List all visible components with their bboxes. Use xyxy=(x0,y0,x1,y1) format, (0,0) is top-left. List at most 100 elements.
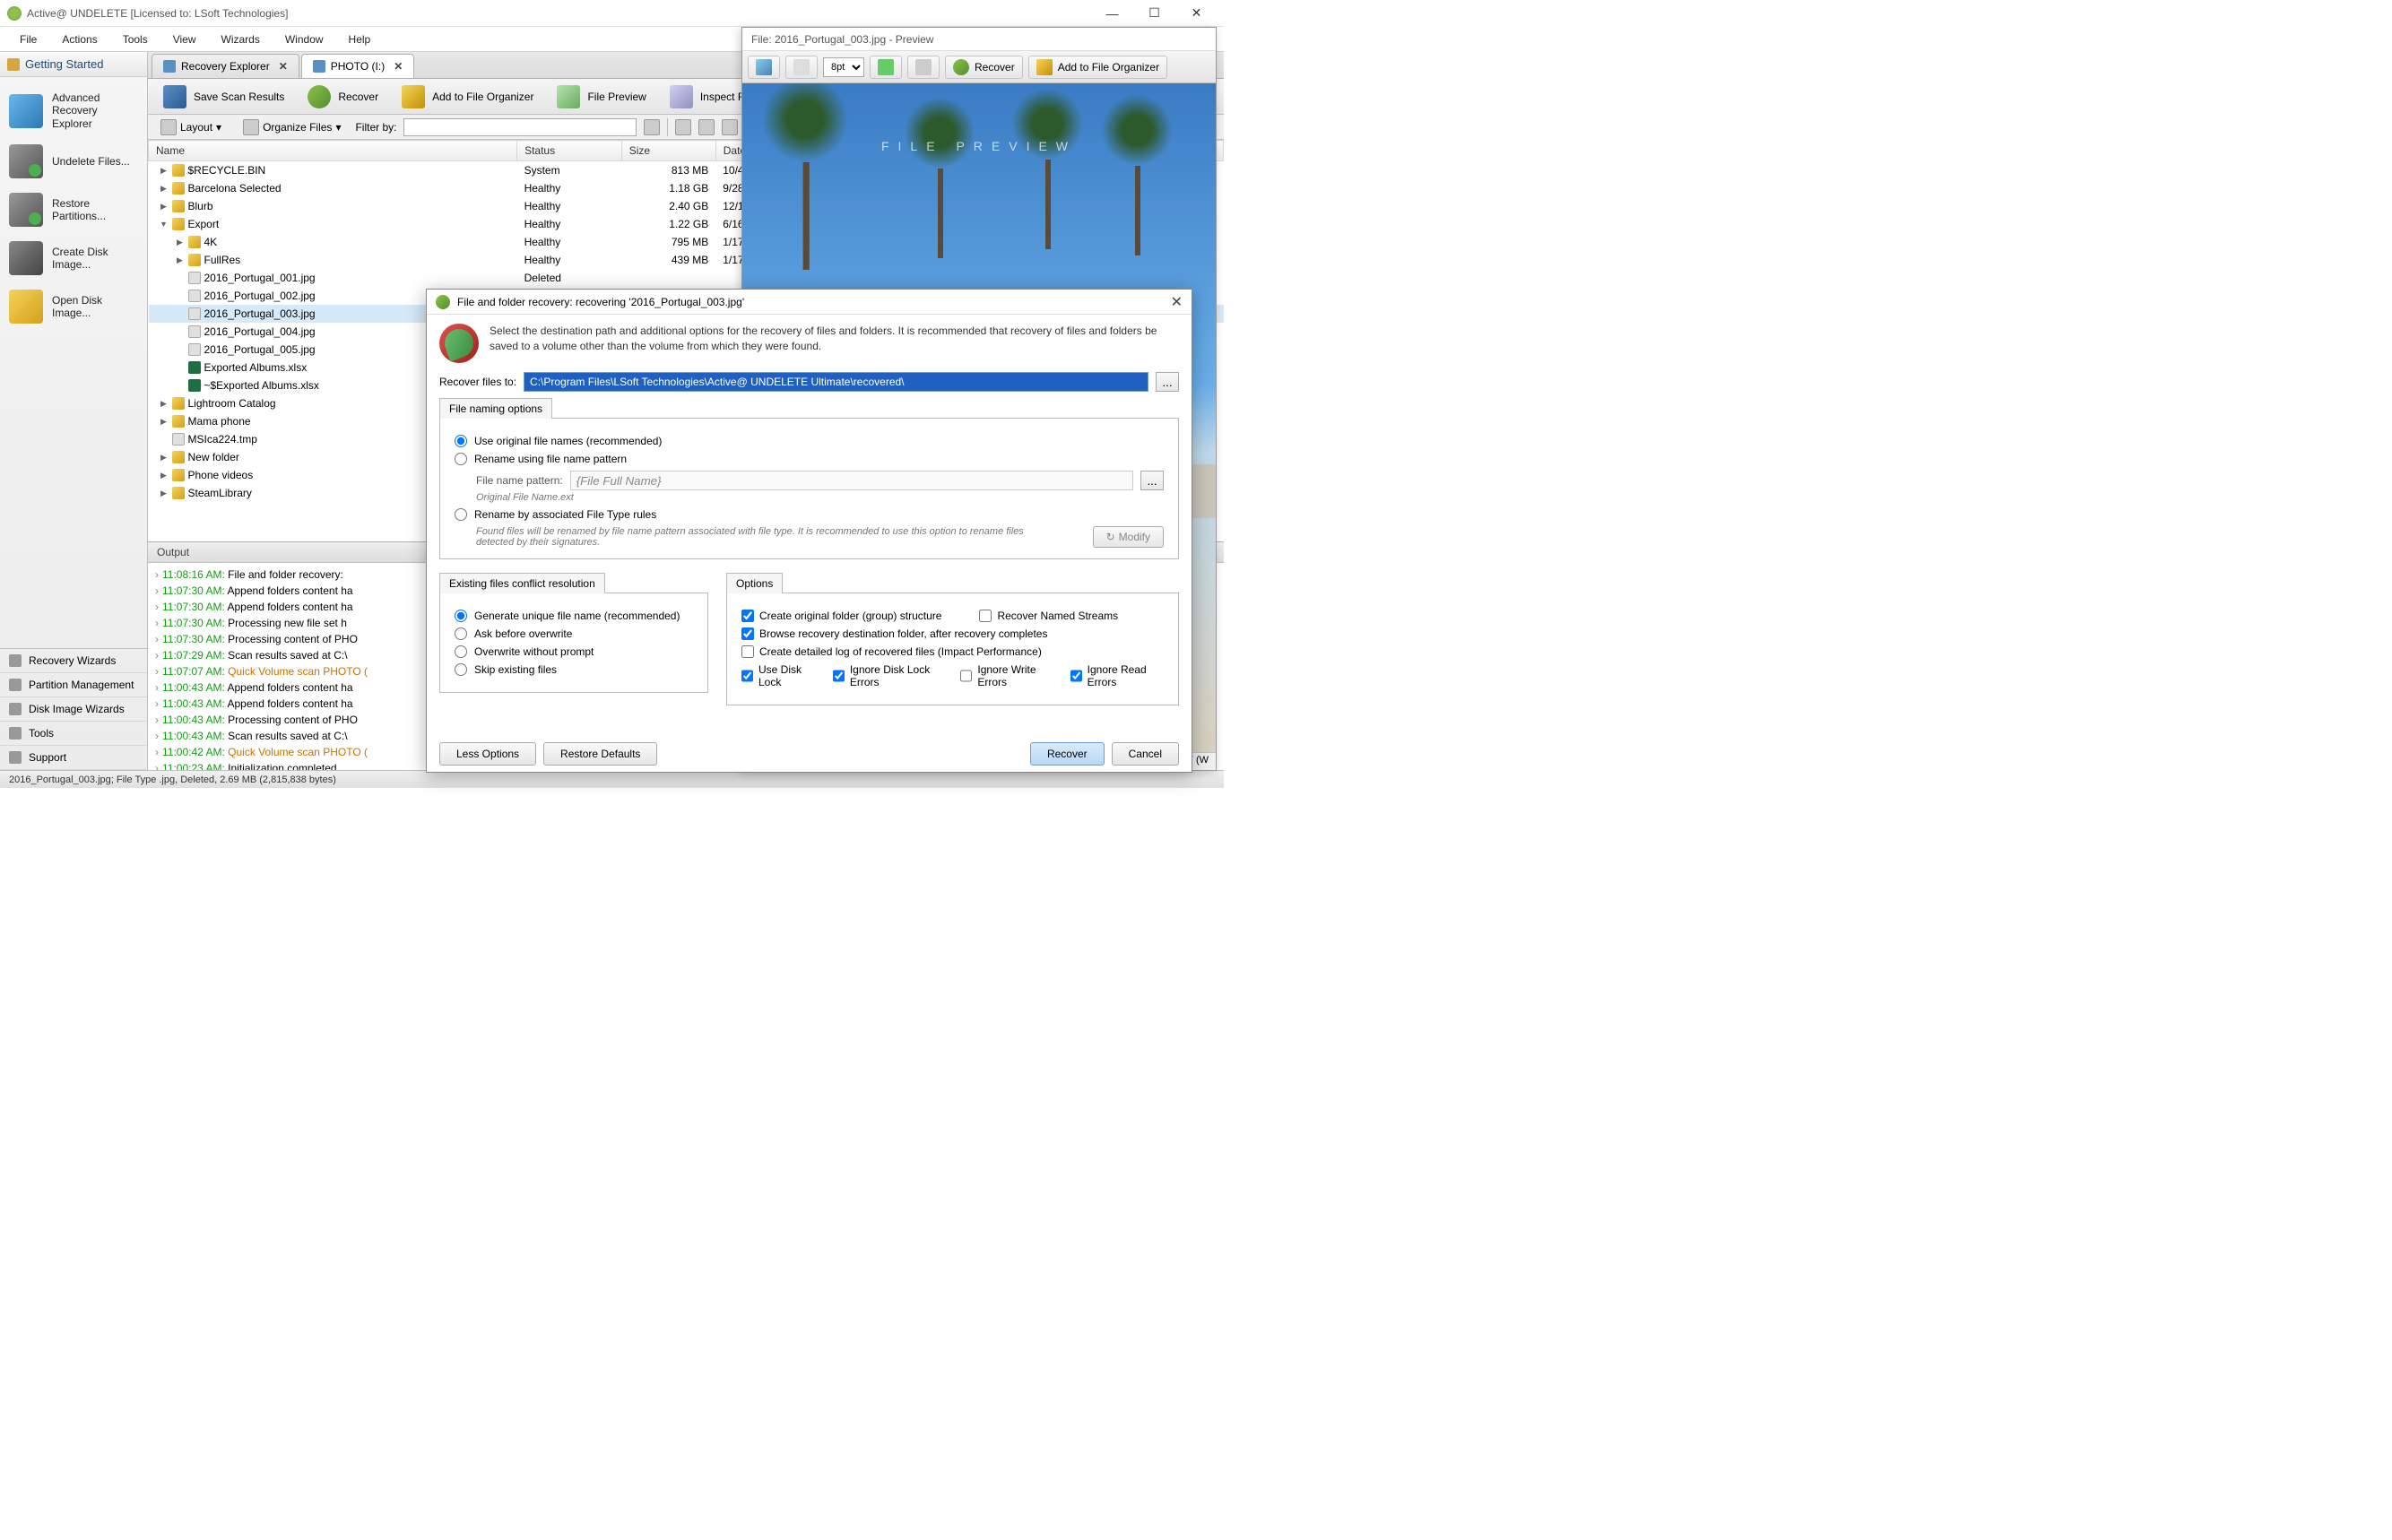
folder-icon xyxy=(172,164,185,177)
sidebar-bottom-4[interactable]: Support xyxy=(0,746,147,770)
recovery-intro-icon xyxy=(439,324,479,363)
tree-arrow-icon[interactable]: ▶ xyxy=(160,489,169,498)
menu-actions[interactable]: Actions xyxy=(49,30,109,49)
preview-link[interactable] xyxy=(907,56,940,79)
folder-icon xyxy=(172,415,185,428)
tree-arrow-icon[interactable]: ▶ xyxy=(160,453,169,463)
less-options-button[interactable]: Less Options xyxy=(439,742,536,766)
sidebar-header-label: Getting Started xyxy=(25,57,103,71)
tree-arrow-icon[interactable]: ▶ xyxy=(160,166,169,176)
opt-ignore-read[interactable] xyxy=(1070,670,1082,682)
sidebar-tool-3[interactable]: Create Disk Image... xyxy=(4,234,143,282)
tree-arrow-icon[interactable]: ▶ xyxy=(160,417,169,427)
app-icon xyxy=(7,6,22,21)
toolbar-save[interactable]: Save Scan Results xyxy=(153,81,294,113)
conflict-unique-radio[interactable] xyxy=(455,610,467,622)
sidebar-bottom-1[interactable]: Partition Management xyxy=(0,673,147,697)
sidebar-header[interactable]: Getting Started xyxy=(0,52,147,77)
sidebar-tool-1[interactable]: Undelete Files... xyxy=(4,137,143,186)
recover-to-input[interactable] xyxy=(524,372,1148,392)
pattern-browse[interactable]: ... xyxy=(1140,471,1164,490)
sidebar-tool-4[interactable]: Open Disk Image... xyxy=(4,282,143,331)
opt-ignore-lock[interactable] xyxy=(833,670,845,682)
tree-arrow-icon[interactable]: ▶ xyxy=(160,184,169,194)
menu-wizards[interactable]: Wizards xyxy=(209,30,273,49)
pattern-input[interactable] xyxy=(570,471,1133,490)
view-icon-1[interactable] xyxy=(675,119,691,135)
tab-1[interactable]: PHOTO (I:)✕ xyxy=(301,54,415,78)
preview-watermark: FILE PREVIEW xyxy=(742,139,1216,153)
tool-icon xyxy=(9,241,43,275)
dialog-close-button[interactable]: ✕ xyxy=(1171,293,1183,311)
sidebar-bottom-0[interactable]: Recovery Wizards xyxy=(0,649,147,673)
menu-view[interactable]: View xyxy=(160,30,209,49)
opt-detailed-log[interactable] xyxy=(741,645,754,658)
conflict-overwrite-radio[interactable] xyxy=(455,645,467,658)
cancel-button[interactable]: Cancel xyxy=(1112,742,1179,766)
opt-browse-after[interactable] xyxy=(741,627,754,640)
column-header-name[interactable]: Name xyxy=(149,141,517,161)
menu-tools[interactable]: Tools xyxy=(110,30,160,49)
tab-close-icon[interactable]: ✕ xyxy=(394,60,403,73)
preview-zoom-fit[interactable] xyxy=(785,56,818,79)
tree-arrow-icon[interactable]: ▶ xyxy=(176,255,185,265)
sidebar-bottom-icon xyxy=(9,703,22,715)
close-button[interactable]: ✕ xyxy=(1176,1,1217,26)
tree-arrow-icon[interactable]: ▶ xyxy=(160,399,169,409)
toolbar-organize[interactable]: Add to File Organizer xyxy=(392,81,543,113)
filter-go-icon[interactable] xyxy=(644,119,660,135)
folder-icon xyxy=(172,218,185,230)
browse-button[interactable]: ... xyxy=(1156,372,1179,392)
tool-icon xyxy=(9,144,43,178)
column-header-size[interactable]: Size xyxy=(621,141,715,161)
pattern-label: File name pattern: xyxy=(476,474,563,487)
view-icon-2[interactable] xyxy=(698,119,715,135)
organize-dropdown[interactable]: Organize Files▾ xyxy=(236,117,348,137)
tree-arrow-icon[interactable]: ▶ xyxy=(176,238,185,247)
naming-rename-radio[interactable] xyxy=(455,453,467,465)
preview-refresh[interactable] xyxy=(870,56,902,79)
conflict-ask-radio[interactable] xyxy=(455,627,467,640)
folder-icon xyxy=(172,200,185,212)
toolbar-preview[interactable]: File Preview xyxy=(547,81,655,113)
naming-type-radio[interactable] xyxy=(455,508,467,521)
opt-disk-lock[interactable] xyxy=(741,670,753,682)
preview-image-mode[interactable] xyxy=(748,56,780,79)
preview-organizer-button[interactable]: Add to File Organizer xyxy=(1028,56,1167,79)
minimize-button[interactable]: — xyxy=(1092,1,1132,26)
recover-button[interactable]: Recover xyxy=(1030,742,1105,766)
statusbar: 2016_Portugal_003.jpg; File Type .jpg, D… xyxy=(0,770,1224,788)
menu-file[interactable]: File xyxy=(7,30,49,49)
type-hint: Found files will be renamed by file name… xyxy=(476,526,1032,548)
tree-arrow-icon[interactable]: ▶ xyxy=(160,471,169,480)
opt-ignore-write[interactable] xyxy=(960,670,972,682)
restore-defaults-button[interactable]: Restore Defaults xyxy=(543,742,657,766)
sidebar-tool-2[interactable]: Restore Partitions... xyxy=(4,186,143,234)
conflict-skip-radio[interactable] xyxy=(455,663,467,676)
layout-dropdown[interactable]: Layout▾ xyxy=(153,117,229,137)
tree-arrow-icon[interactable]: ▼ xyxy=(160,220,169,229)
naming-original-radio[interactable] xyxy=(455,435,467,447)
recovery-dialog: File and folder recovery: recovering '20… xyxy=(426,289,1192,773)
filter-input[interactable] xyxy=(403,118,637,136)
tab-0[interactable]: Recovery Explorer✕ xyxy=(152,54,299,78)
sidebar-bottom-3[interactable]: Tools xyxy=(0,722,147,746)
tab-icon xyxy=(313,60,325,73)
menu-window[interactable]: Window xyxy=(273,30,336,49)
conflict-tab: Existing files conflict resolution xyxy=(439,573,605,593)
sidebar-tool-0[interactable]: Advanced Recovery Explorer xyxy=(4,84,143,137)
preview-recover-button[interactable]: Recover xyxy=(945,56,1023,79)
maximize-button[interactable]: ☐ xyxy=(1134,1,1174,26)
opt-named-streams[interactable] xyxy=(979,610,992,622)
tab-close-icon[interactable]: ✕ xyxy=(279,60,288,73)
sidebar-bottom-2[interactable]: Disk Image Wizards xyxy=(0,697,147,722)
opt-folder-structure[interactable] xyxy=(741,610,754,622)
column-header-status[interactable]: Status xyxy=(517,141,622,161)
modify-button[interactable]: ↻ Modify xyxy=(1093,526,1164,548)
menu-help[interactable]: Help xyxy=(336,30,384,49)
link-icon xyxy=(915,59,932,75)
tree-arrow-icon[interactable]: ▶ xyxy=(160,202,169,212)
view-icon-3[interactable] xyxy=(722,119,738,135)
toolbar-recover[interactable]: Recover xyxy=(298,81,388,113)
preview-font-size[interactable]: 8pt xyxy=(823,57,864,77)
